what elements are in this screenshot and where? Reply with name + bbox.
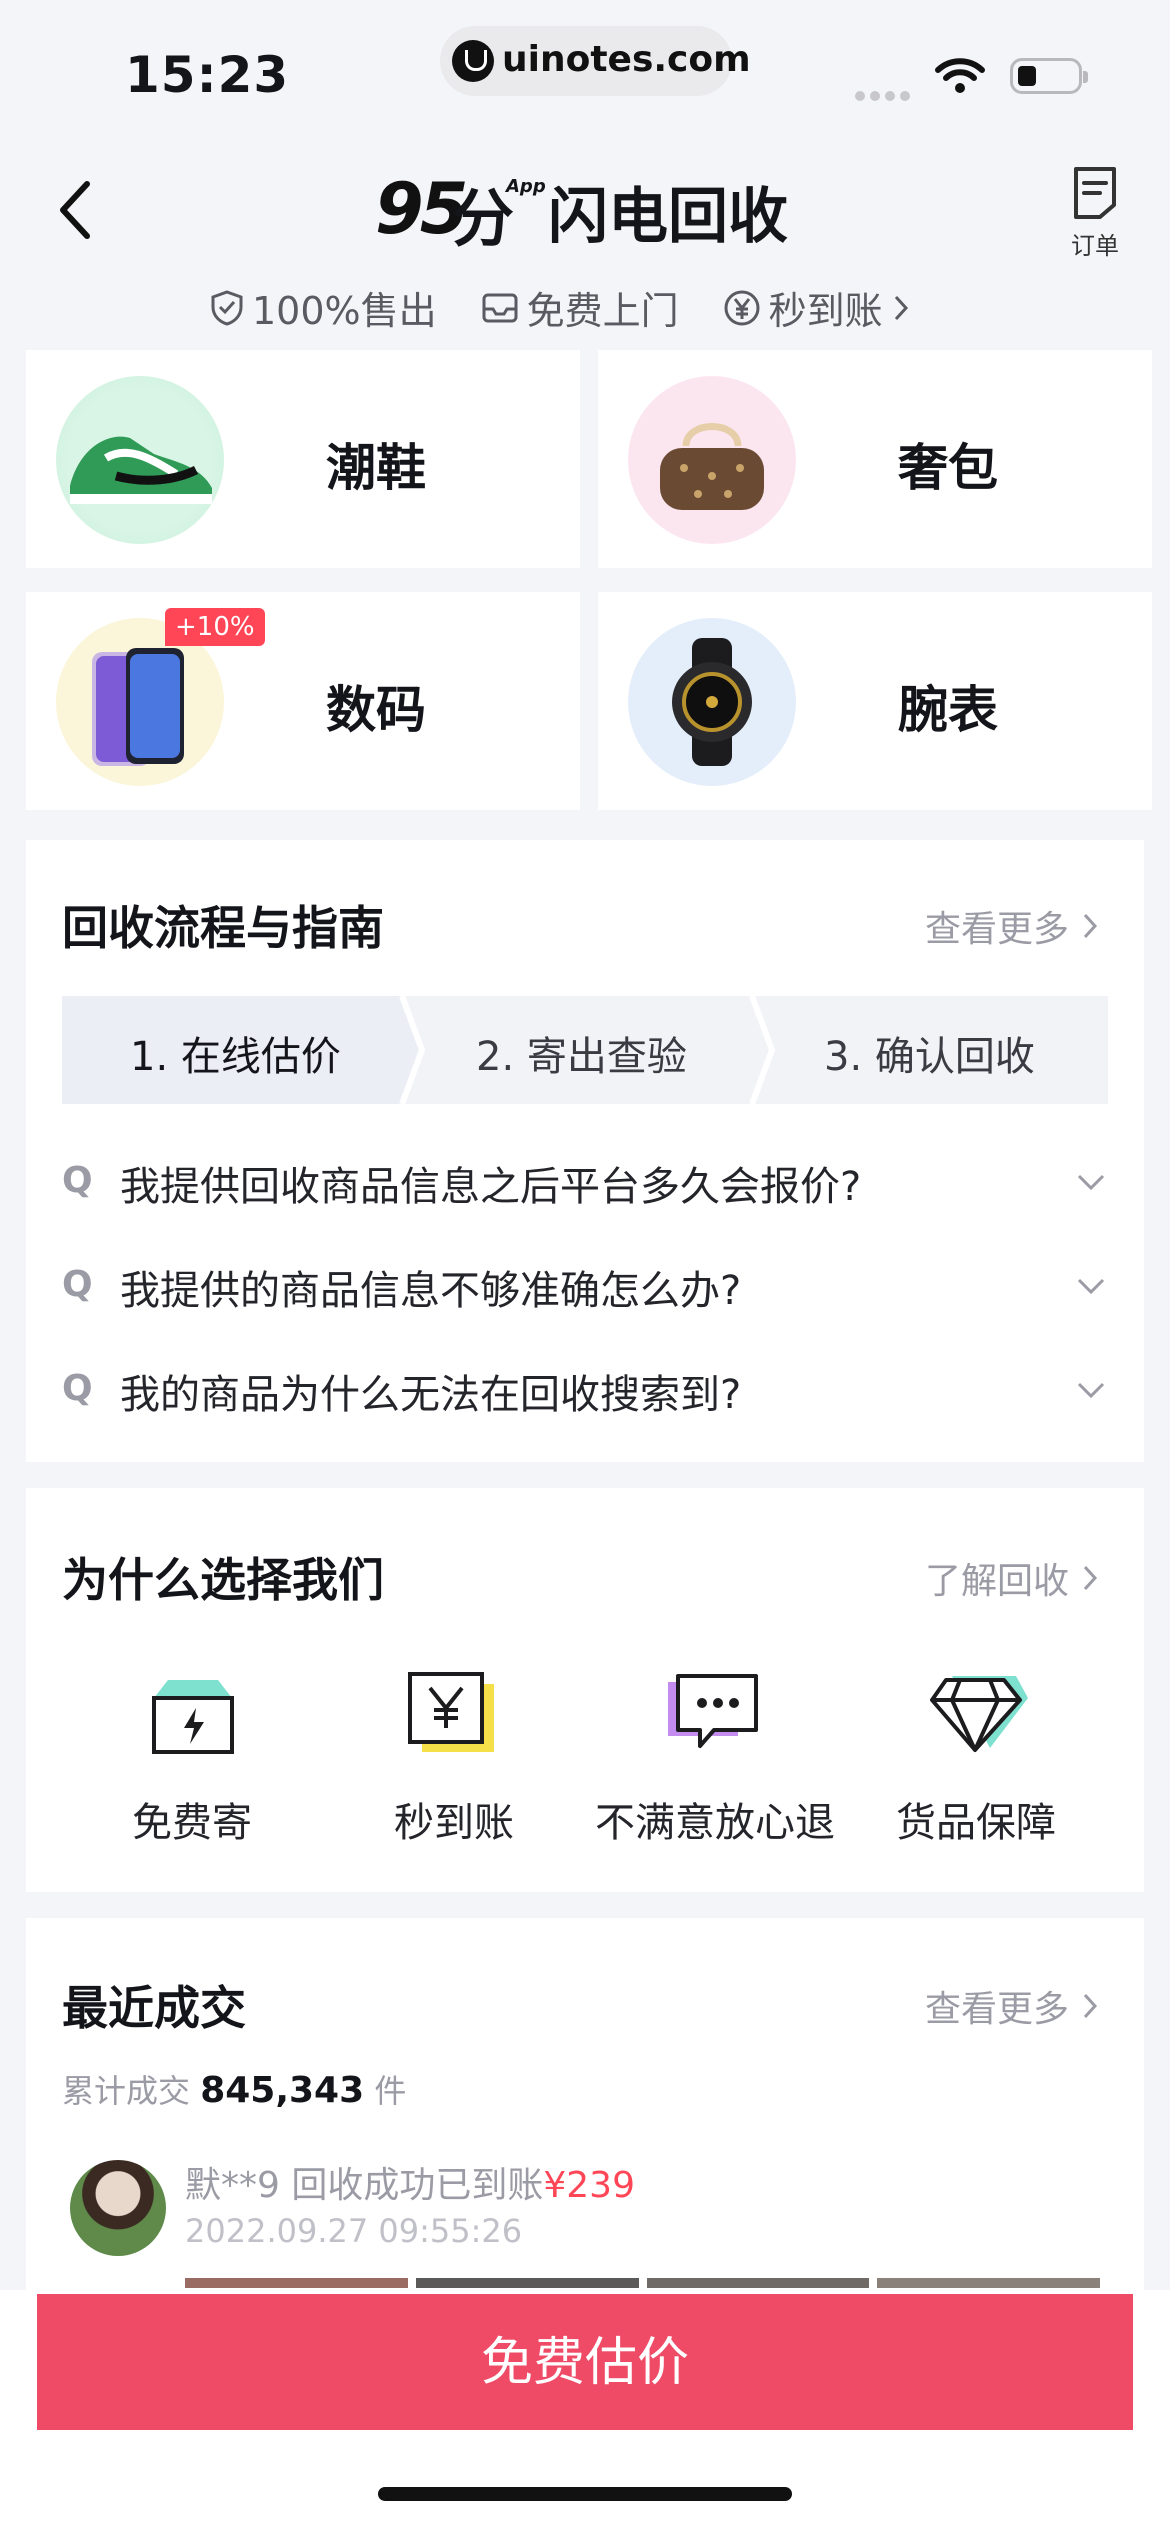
category-label: 潮鞋 [326, 439, 426, 497]
brand-logo-number: 95 [375, 168, 468, 250]
box-lightning-icon [152, 1680, 234, 1754]
yen-card-icon [408, 1672, 494, 1752]
faq-question: 我提供回收商品信息之后平台多久会报价? [120, 1164, 862, 1210]
diamond-icon [930, 1676, 1028, 1752]
faq-question: 我的商品为什么无法在回收搜索到? [120, 1372, 742, 1418]
recent-title: 最近成交 [62, 1981, 246, 2035]
deal-record: 默**9 回收成功已到账¥239 [185, 2156, 635, 2208]
faq-question: 我提供的商品信息不够准确怎么办? [120, 1268, 742, 1314]
back-icon[interactable] [55, 178, 95, 242]
chat-bubble-icon [668, 1674, 758, 1748]
shield-check-icon [211, 289, 243, 326]
chevron-down-icon [1077, 1278, 1105, 1295]
battery-icon [1010, 58, 1088, 94]
watch-image [628, 618, 796, 786]
sneaker-image [56, 376, 224, 544]
yen-circle-icon [724, 290, 760, 325]
category-card-bags[interactable]: 奢包 [598, 350, 1152, 568]
service-badges[interactable]: 100%售出 免费上门 秒到账 [210, 280, 911, 335]
total-deals: 累计成交 845,343 件 [62, 2066, 406, 2112]
wifi-icon [935, 58, 985, 93]
avatar [70, 2160, 166, 2256]
home-indicator [378, 2487, 792, 2501]
chevron-right-icon [1083, 1565, 1098, 1591]
why-item-label: 秒到账 [394, 1800, 514, 1846]
category-card-sneakers[interactable]: 潮鞋 [26, 350, 580, 568]
faq-item[interactable]: Q 我的商品为什么无法在回收搜索到? [0, 1358, 1170, 1428]
chevron-down-icon [1077, 1382, 1105, 1399]
category-label: 奢包 [898, 439, 998, 497]
total-count: 845,343 [200, 2070, 365, 2111]
deal-price: ¥239 [543, 2165, 635, 2206]
bonus-tag: +10% [165, 608, 265, 646]
bag-image [628, 376, 796, 544]
category-label: 数码 [326, 681, 426, 739]
badge-sold-label: 100%售出 [252, 289, 437, 333]
why-title: 为什么选择我们 [62, 1553, 384, 1607]
category-card-watches[interactable]: 腕表 [598, 592, 1152, 810]
inbox-icon [482, 293, 518, 322]
why-more-label: 了解回收 [925, 1561, 1070, 1602]
chevron-right-icon [1083, 1993, 1098, 2019]
total-prefix: 累计成交 [62, 2072, 191, 2110]
faq-q-marker: Q [62, 1264, 93, 1305]
why-more-link[interactable]: 了解回收 [925, 1552, 1099, 1604]
chevron-right-icon [1083, 913, 1098, 939]
step-1: 1. 在线估价 [130, 1034, 341, 1080]
brand-logo-fen: 分 [452, 182, 515, 255]
site-logo-icon [452, 40, 494, 82]
faq-item[interactable]: Q 我提供的商品信息不够准确怎么办? [0, 1254, 1170, 1324]
step-3: 3. 确认回收 [824, 1034, 1035, 1080]
guide-more-link[interactable]: 查看更多 [925, 900, 1099, 952]
guide-title: 回收流程与指南 [62, 901, 384, 955]
status-time: 15:23 [125, 46, 290, 104]
why-item-label: 不满意放心退 [595, 1800, 835, 1846]
category-label: 腕表 [898, 681, 998, 739]
free-estimate-button[interactable]: 免费估价 [37, 2294, 1133, 2430]
badge-sold: 100%售出 [210, 280, 437, 335]
order-icon[interactable] [1070, 165, 1120, 221]
process-steps: 1. 在线估价 2. 寄出查验 3. 确认回收 [62, 996, 1108, 1104]
faq-q-marker: Q [62, 1368, 93, 1409]
step-2: 2. 寄出查验 [476, 1034, 687, 1080]
page-title: 闪电回收 [548, 182, 788, 252]
badge-pickup-label: 免费上门 [526, 289, 679, 333]
category-card-digital[interactable]: 数码 [26, 592, 580, 810]
deal-thumbnails [185, 2278, 1100, 2288]
cellular-signal-icon [855, 86, 915, 105]
faq-item[interactable]: Q 我提供回收商品信息之后平台多久会报价? [0, 1150, 1170, 1220]
recent-more-link[interactable]: 查看更多 [925, 1980, 1099, 2032]
url-text: uinotes.com [502, 39, 751, 80]
recent-more-label: 查看更多 [925, 1989, 1070, 2030]
url-pill[interactable]: uinotes.com [440, 26, 751, 96]
badge-instant: 秒到账 [723, 280, 911, 335]
deal-user-text: 默**9 回收成功已到账 [185, 2165, 544, 2206]
chevron-down-icon [1077, 1174, 1105, 1191]
why-item-label: 免费寄 [132, 1800, 252, 1846]
guide-more-label: 查看更多 [925, 909, 1070, 950]
total-suffix: 件 [374, 2072, 407, 2110]
deal-time: 2022.09.27 09:55:26 [185, 2212, 523, 2250]
order-label[interactable]: 订单 [1070, 226, 1120, 261]
badge-instant-label: 秒到账 [768, 289, 883, 333]
faq-q-marker: Q [62, 1160, 93, 1201]
chevron-right-icon [894, 295, 908, 320]
badge-pickup: 免费上门 [481, 280, 679, 335]
why-item-label: 货品保障 [896, 1800, 1056, 1846]
